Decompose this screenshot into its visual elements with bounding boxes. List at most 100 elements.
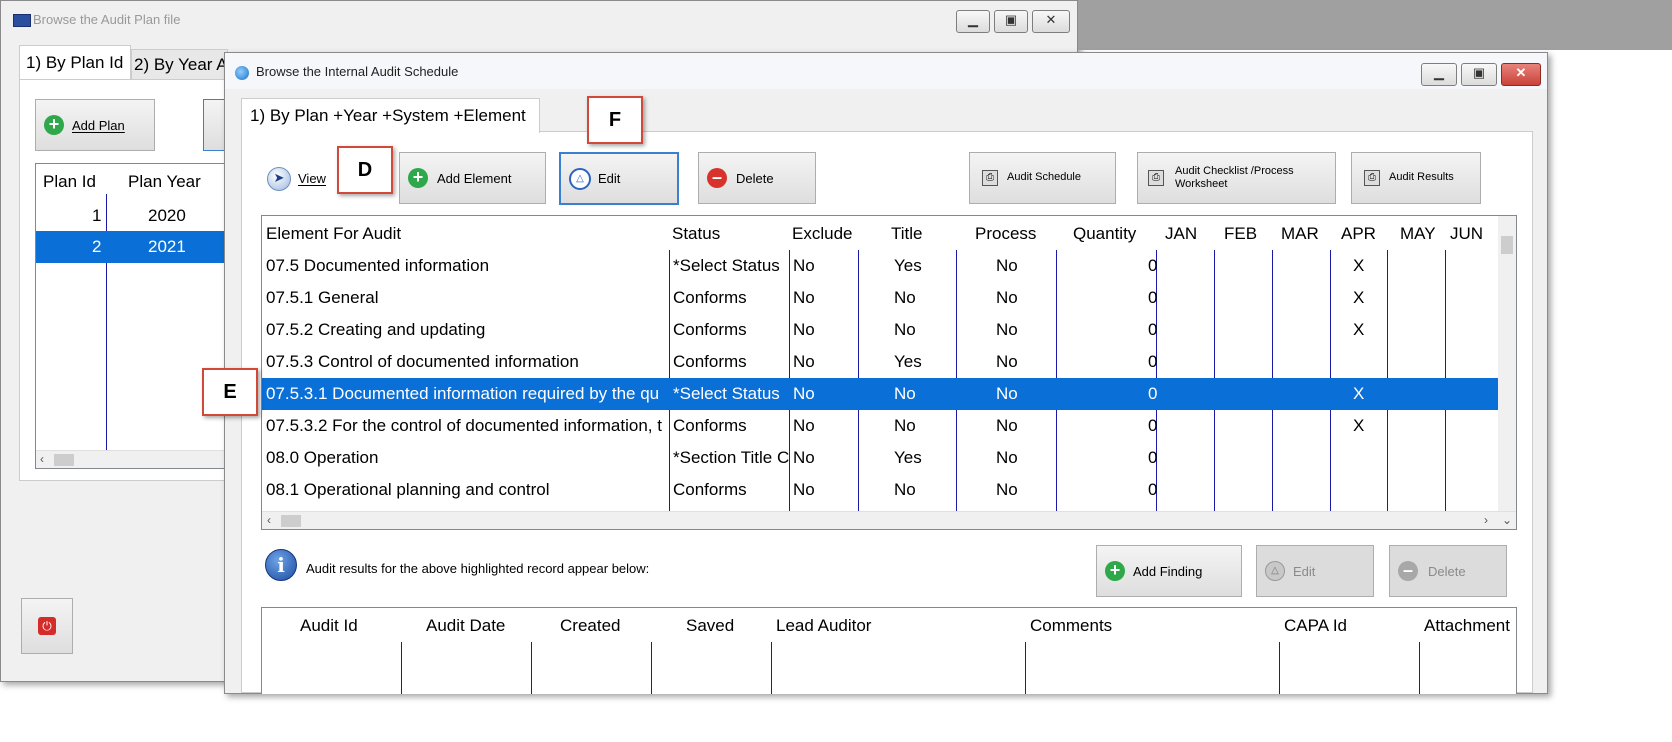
add-finding-label: Add Finding [1133,564,1203,579]
horizontal-scrollbar[interactable]: ‹ [36,450,236,468]
scroll-left-icon: ‹ [40,452,44,466]
process-cell: No [996,320,1018,339]
audit-schedule-titlebar[interactable]: Browse the Internal Audit Schedule ▁ ▣ ✕ [225,53,1547,89]
audit-results-label: Audit Results [1389,171,1454,183]
add-icon: + [44,115,64,135]
column-header-may[interactable]: MAY [1400,224,1436,244]
globe-icon [235,66,249,80]
close-button[interactable]: ✕ [1501,63,1541,86]
column-divider [1279,642,1280,694]
column-header-comments[interactable]: Comments [1030,616,1112,636]
table-row[interactable]: 07.5.2 Creating and updating Conforms No No… [262,314,1498,346]
status-cell: Conforms [673,352,747,371]
callout-d: D [337,146,393,194]
edit-button[interactable]: △ Edit [559,152,679,205]
delete-finding-button[interactable]: – Delete [1389,545,1507,597]
column-header-audit-date[interactable]: Audit Date [426,616,505,636]
printer-icon: ⎙ [1364,170,1380,186]
table-row[interactable]: 07.5.1 General Conforms No No No 0 X [262,282,1498,314]
title-cell: No [894,384,916,403]
column-header-element-for-audit[interactable]: Element For Audit [266,224,401,244]
tab-by-plan-id[interactable]: 1) By Plan Id [19,45,131,80]
audit-plan-titlebar[interactable]: Browse the Audit Plan file ▁ ▣ ✕ [1,1,1077,37]
column-header-process[interactable]: Process [975,224,1036,244]
tab-label: 2) By Year A [134,55,228,74]
column-header-plan-id[interactable]: Plan Id [43,172,96,192]
maximize-button[interactable]: ▣ [1461,63,1497,86]
tab-by-plan-year-system-element[interactable]: 1) By Plan +Year +System +Element [241,98,540,133]
element-cell: 07.5.3.2 For the control of documented i… [266,416,662,435]
audit-results-button[interactable]: ⎙ Audit Results [1351,152,1481,204]
element-cell: 08.0 Operation [266,448,379,467]
info-icon: i [265,549,297,581]
column-header-saved[interactable]: Saved [686,616,734,636]
view-button[interactable]: ➤ View [265,165,335,195]
column-header-jan[interactable]: JAN [1165,224,1197,244]
delete-finding-label: Delete [1428,564,1466,579]
apr-cell: X [1353,256,1365,275]
column-header-capa-id[interactable]: CAPA Id [1284,616,1347,636]
column-header-apr[interactable]: APR [1341,224,1376,244]
minimize-icon: ▁ [968,12,978,27]
qty-cell: 0 [1148,480,1158,499]
minimize-icon: ▁ [1434,65,1444,80]
status-cell: Conforms [673,288,747,307]
column-header-plan-year[interactable]: Plan Year [128,172,201,192]
column-divider [1419,642,1420,694]
table-row[interactable]: 08.0 Operation *Section Title C No Yes No 0 [262,442,1498,474]
horizontal-scrollbar[interactable]: ‹ › ⌄ [262,511,1516,529]
column-header-attachment[interactable]: Attachment [1424,616,1510,636]
apr-cell: X [1353,320,1365,339]
table-row[interactable]: 07.5.3 Control of documented information… [262,346,1498,378]
audit-schedule-button[interactable]: ⎙ Audit Schedule [969,152,1116,204]
close-button[interactable]: ✕ [1032,10,1070,33]
scroll-thumb[interactable] [1501,236,1513,254]
add-element-button[interactable]: + Add Element [399,152,546,204]
printer-icon: ⎙ [1148,170,1164,186]
minimize-button[interactable]: ▁ [956,10,990,33]
table-row[interactable]: 08.1 Operational planning and control Con… [262,474,1498,506]
process-cell: No [996,256,1018,275]
audit-checklist-button[interactable]: ⎙ Audit Checklist /Process Worksheet [1137,152,1336,204]
add-finding-button[interactable]: + Add Finding [1096,545,1242,597]
column-header-status[interactable]: Status [672,224,720,244]
column-header-jun[interactable]: JUN [1450,224,1483,244]
table-row-selected[interactable]: 07.5.3.1 Documented information required… [262,378,1498,410]
power-button[interactable]: ⏻ [21,598,73,654]
tab-by-year[interactable]: 2) By Year A [131,49,228,80]
column-header-title[interactable]: Title [891,224,923,244]
delete-button[interactable]: – Delete [698,152,816,204]
table-row[interactable]: 07.5.3.2 For the control of documented i… [262,410,1498,442]
minimize-button[interactable]: ▁ [1421,63,1457,86]
add-plan-button[interactable]: + Add Plan [35,99,155,151]
power-icon: ⏻ [38,617,56,635]
column-divider [531,642,532,694]
edit-finding-button[interactable]: △ Edit [1256,545,1374,597]
scroll-thumb[interactable] [54,454,74,466]
vertical-scrollbar[interactable] [1498,216,1516,511]
column-header-feb[interactable]: FEB [1224,224,1257,244]
column-header-mar[interactable]: MAR [1281,224,1319,244]
plan-id-cell: 1 [92,206,102,225]
maximize-button[interactable]: ▣ [994,10,1028,33]
delete-label: Delete [736,171,774,186]
table-row-selected[interactable]: 2 2021 [36,231,236,263]
tab-label: 1) By Plan +Year +System +Element [250,106,526,125]
process-cell: No [996,480,1018,499]
table-row[interactable]: 07.5 Documented information *Select Statu… [262,250,1498,282]
maximize-icon: ▣ [1004,12,1018,27]
process-cell: No [996,448,1018,467]
column-header-created[interactable]: Created [560,616,620,636]
column-header-audit-id[interactable]: Audit Id [300,616,358,636]
apr-cell: X [1353,384,1365,403]
maximize-icon: ▣ [1472,65,1486,80]
table-row[interactable]: 1 2020 [36,200,236,232]
column-header-lead-auditor[interactable]: Lead Auditor [776,616,871,636]
title-cell: Yes [894,448,922,467]
element-cell: 08.1 Operational planning and control [266,480,550,499]
column-header-exclude[interactable]: Exclude [792,224,852,244]
scroll-thumb[interactable] [281,515,301,527]
plan-year-cell: 2020 [148,206,186,225]
column-header-quantity[interactable]: Quantity [1073,224,1136,244]
status-cell: Conforms [673,320,747,339]
